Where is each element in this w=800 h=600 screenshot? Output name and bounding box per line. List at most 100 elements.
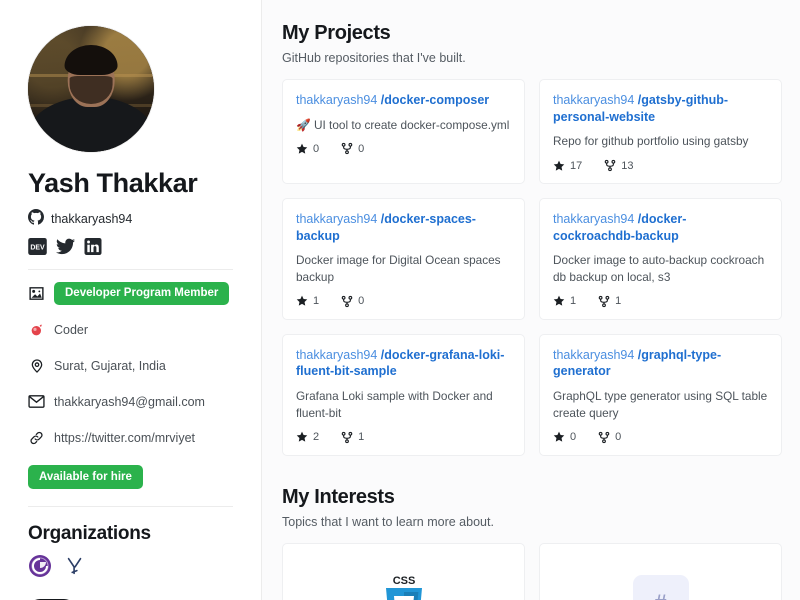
star-icon [553,431,565,442]
interest-card[interactable]: # [539,542,782,600]
project-card[interactable]: thakkaryash94 /docker-spaces-backup Dock… [282,198,525,320]
repo-description: Repo for github portfolio using gatsby [553,134,749,149]
interest-card[interactable]: CSS [282,542,525,600]
repo-description: Grafana Loki sample with Docker and flue… [296,389,493,420]
forks-count: 0 [358,142,365,155]
repo-owner: thakkaryash94 [296,347,381,362]
organizations-title: Organizations [28,522,151,544]
fork-icon [341,143,353,155]
twitter-icon[interactable] [56,238,75,255]
projects-grid: thakkaryash94 /docker-composer 🚀 UI tool… [282,79,782,456]
star-icon [296,143,308,154]
repo-owner: thakkaryash94 [296,212,381,226]
star-icon [296,295,308,306]
repo-link[interactable]: thakkaryash94 /graphql-type-generator [553,347,768,380]
main-content: My Projects GitHub repositories that I'v… [262,0,800,600]
link-icon [28,430,45,446]
forks-stat: 0 [598,431,621,444]
email-icon [28,394,45,409]
stars-stat: 1 [553,295,576,307]
repo-stats: 0 0 [553,431,768,444]
profile-details: Developer Program Member Coder Surat, Gu… [28,282,233,489]
repo-link[interactable]: thakkaryash94 /docker-spaces-backup [296,211,511,244]
page-title: Yash Thakkar [28,168,198,198]
stars-stat: 2 [296,431,319,443]
project-card[interactable]: thakkaryash94 /docker-grafana-loki-fluen… [282,333,525,456]
sidebar-divider-top [28,269,233,271]
dev-to-icon[interactable]: DEV [28,238,47,256]
fork-icon [341,431,353,443]
fork-icon [604,159,616,172]
svg-text:DEV: DEV [30,245,45,252]
stars-count: 1 [313,295,320,308]
repo-link[interactable]: thakkaryash94 /docker-composer [296,92,511,109]
forks-stat: 13 [604,159,634,172]
css3-logo-icon: CSS [378,574,430,600]
forks-count: 13 [621,159,634,172]
portfolio-page: Yash Thakkar thakkaryash94 DEV Developer… [0,0,800,600]
project-card[interactable]: thakkaryash94 /docker-composer 🚀 UI tool… [282,79,525,184]
forks-stat: 0 [341,142,364,155]
repo-description: GraphQL type generator using SQL table c… [553,389,768,420]
forks-count: 0 [358,295,365,308]
stars-stat: 0 [553,431,576,443]
gatsby-org-icon[interactable] [28,554,52,583]
detail-website[interactable]: https://twitter.com/mrviyet [28,427,233,449]
repo-description: Docker image for Digital Ocean spaces ba… [296,253,501,284]
stars-count: 0 [570,431,577,443]
organization-label: Coder [54,322,89,337]
location-icon [28,358,45,374]
fork-icon [341,295,353,307]
svg-text:CSS: CSS [392,575,415,587]
csharp-logo-icon: # [632,574,689,600]
repo-owner: thakkaryash94 [553,347,638,362]
project-card[interactable]: thakkaryash94 /graphql-type-generator Gr… [539,333,782,456]
repo-owner: thakkaryash94 [296,93,381,107]
detail-email[interactable]: thakkaryash94@gmail.com [28,391,233,413]
interests-subtitle: Topics that I want to learn more about. [282,514,494,529]
github-handle-row[interactable]: thakkaryash94 [28,209,233,228]
detail-developer-program: Developer Program Member [28,282,233,305]
forks-count: 1 [358,431,365,443]
interests-header: My Interests Topics that I want to learn… [282,486,782,529]
stars-count: 1 [570,295,577,308]
developer-program-badge: Developer Program Member [54,282,230,305]
interests-grid: CSS # [282,542,782,600]
forks-count: 0 [615,431,622,443]
star-icon [553,295,565,306]
sidebar-divider-bottom [28,505,233,507]
star-icon [296,431,308,442]
repo-owner: thakkaryash94 [553,212,638,226]
linkedin-icon[interactable] [84,238,102,256]
stars-count: 2 [313,431,320,443]
fork-icon [598,431,610,443]
location-label: Surat, Gujarat, India [54,358,166,373]
stars-stat: 0 [296,143,319,155]
hire-badge-wrap: Available for hire [28,463,233,489]
star-icon [553,160,565,171]
detail-organization: Coder [28,319,233,341]
profile-sidebar: Yash Thakkar thakkaryash94 DEV Developer… [0,0,262,600]
developer-program-icon [28,285,45,302]
organizations-list [28,554,233,583]
forks-count: 1 [615,295,622,308]
stars-stat: 17 [553,160,582,172]
project-card[interactable]: thakkaryash94 /gatsby-github-personal-we… [539,79,782,184]
interests-title: My Interests [282,485,395,508]
repo-link[interactable]: thakkaryash94 /docker-cockroachdb-backup [553,211,768,244]
email-label: thakkaryash94@gmail.com [54,394,205,409]
stars-stat: 1 [296,295,319,307]
yarn-org-icon[interactable] [64,554,86,583]
detail-location: Surat, Gujarat, India [28,355,233,377]
project-card[interactable]: thakkaryash94 /docker-cockroachdb-backup… [539,198,782,320]
repo-link[interactable]: thakkaryash94 /docker-grafana-loki-fluen… [296,347,511,380]
website-label: https://twitter.com/mrviyet [54,430,196,445]
forks-stat: 1 [341,431,364,444]
repo-link[interactable]: thakkaryash94 /gatsby-github-personal-we… [553,92,768,125]
stars-count: 0 [313,142,320,155]
status-badge: Available for hire [28,464,143,489]
stars-count: 17 [570,159,583,172]
projects-subtitle: GitHub repositories that I've built. [282,51,466,65]
repo-stats: 17 13 [553,159,768,172]
github-handle: thakkaryash94 [51,211,133,226]
